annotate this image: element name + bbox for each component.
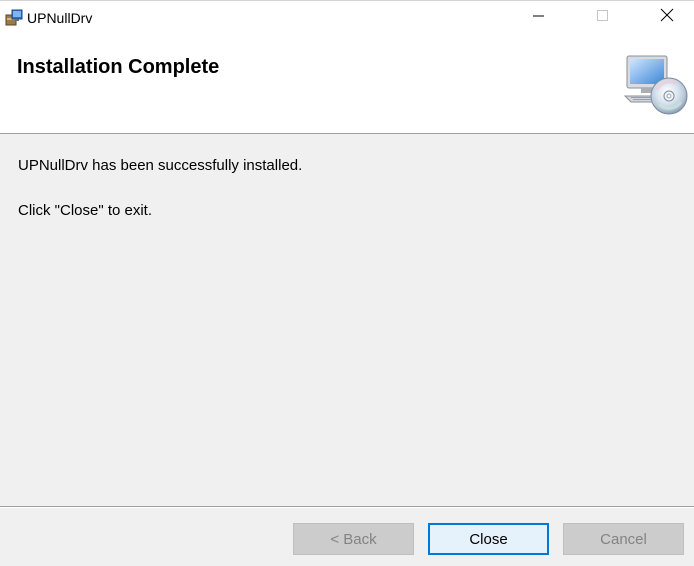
footer-divider-highlight	[0, 507, 694, 508]
minimize-icon	[533, 9, 545, 27]
computer-disc-icon	[621, 54, 689, 116]
title-bar[interactable]: UPNullDrv	[0, 0, 694, 34]
dialog-content: UPNullDrv has been successfully installe…	[0, 134, 694, 506]
cancel-button: Cancel	[563, 523, 684, 555]
window-title: UPNullDrv	[27, 10, 93, 26]
installer-window: UPNullDrv Installation Complete UPNullDr…	[0, 0, 694, 566]
minimize-button[interactable]	[516, 1, 562, 34]
header-banner: Installation Complete	[0, 34, 694, 134]
success-message: UPNullDrv has been successfully installe…	[18, 157, 303, 174]
installer-package-icon	[5, 9, 23, 27]
close-window-button[interactable]	[644, 1, 690, 34]
back-button: < Back	[293, 523, 414, 555]
close-icon	[660, 8, 674, 27]
close-button[interactable]: Close	[428, 523, 549, 555]
page-title: Installation Complete	[17, 56, 220, 78]
exit-instruction: Click "Close" to exit.	[18, 202, 153, 219]
maximize-button	[580, 1, 626, 34]
maximize-icon	[597, 9, 609, 27]
